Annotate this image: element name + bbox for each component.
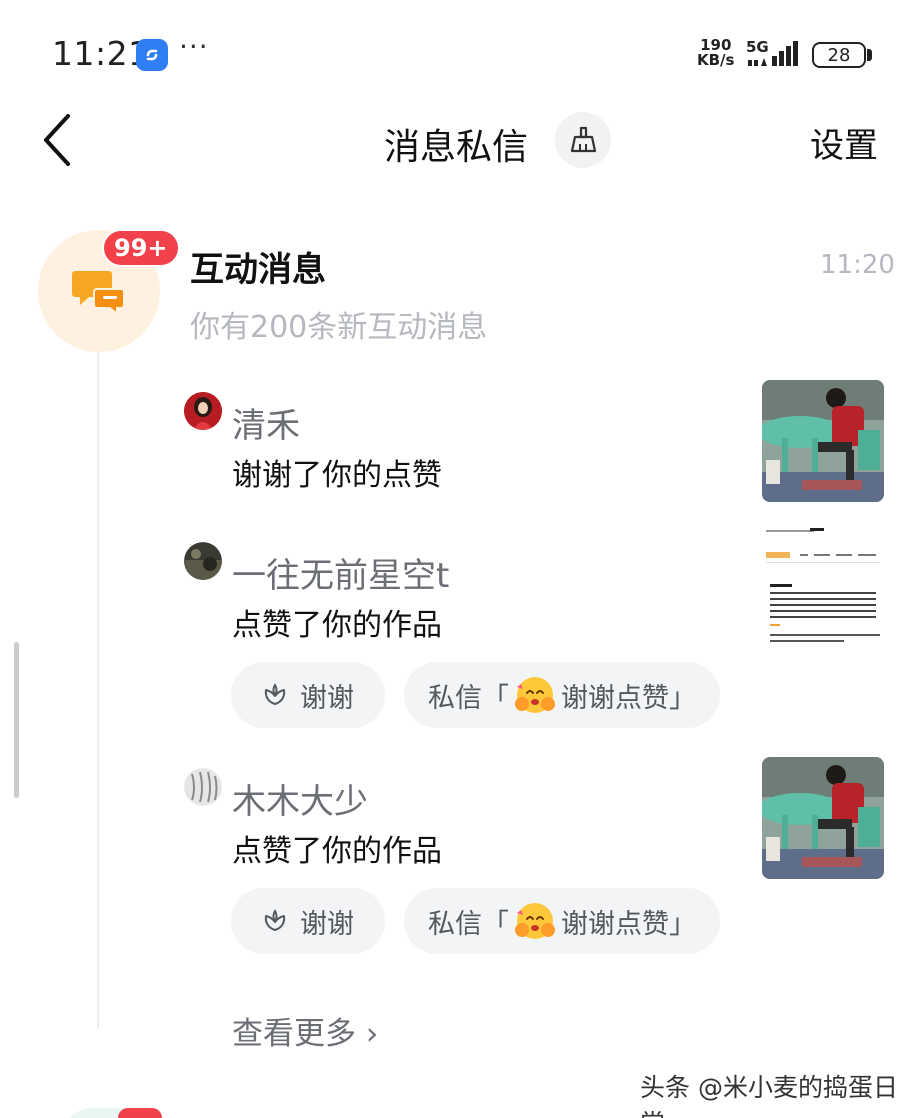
hug-emoji-icon bbox=[515, 677, 555, 713]
settings-button[interactable]: 设置 bbox=[810, 118, 878, 167]
lotus-icon bbox=[264, 909, 286, 931]
next-unread-badge bbox=[118, 1108, 162, 1118]
user-name[interactable]: 一往无前星空t bbox=[232, 548, 449, 597]
group-subtitle: 你有200条新互动消息 bbox=[190, 310, 488, 345]
user-name[interactable]: 清禾 bbox=[232, 398, 300, 447]
status-more-icon: ··· bbox=[179, 30, 209, 63]
avatar[interactable] bbox=[184, 392, 222, 430]
signal-icon bbox=[748, 41, 798, 66]
status-time: 11:21 bbox=[52, 34, 150, 73]
unread-badge: 99+ bbox=[102, 229, 180, 267]
thanks-button[interactable]: 谢谢 bbox=[231, 888, 385, 954]
thanks-button[interactable]: 谢谢 bbox=[231, 662, 385, 728]
group-title[interactable]: 互动消息 bbox=[190, 242, 326, 291]
group-time: 11:20 bbox=[820, 250, 895, 280]
avatar[interactable] bbox=[184, 768, 222, 806]
post-thumbnail[interactable] bbox=[762, 380, 884, 502]
clean-button[interactable] bbox=[555, 112, 611, 168]
watermark: 头条 @米小麦的捣蛋日常 bbox=[640, 1073, 898, 1118]
hug-emoji-icon bbox=[515, 903, 555, 939]
chat-bubbles-icon bbox=[72, 271, 125, 315]
post-thumbnail[interactable] bbox=[762, 757, 884, 879]
avatar[interactable] bbox=[184, 542, 222, 580]
timeline-line bbox=[97, 352, 99, 1028]
action-text: 点赞了你的作品 bbox=[232, 834, 442, 869]
scrollbar[interactable] bbox=[14, 642, 19, 798]
view-more-link[interactable]: 查看更多 › bbox=[232, 1008, 378, 1053]
page-title: 消息私信 bbox=[384, 127, 529, 168]
chevron-left-icon[interactable] bbox=[38, 110, 78, 170]
action-text: 点赞了你的作品 bbox=[232, 608, 442, 643]
lotus-icon bbox=[264, 683, 286, 705]
user-name[interactable]: 木木大少 bbox=[232, 774, 368, 823]
post-thumbnail[interactable] bbox=[762, 528, 884, 650]
dm-quick-reply-button[interactable]: 私信「 谢谢点赞」 bbox=[404, 888, 720, 954]
battery-icon: 28 bbox=[812, 42, 866, 68]
battery-tip bbox=[867, 49, 872, 61]
dm-quick-reply-button[interactable]: 私信「 谢谢点赞」 bbox=[404, 662, 720, 728]
net-speed: 190 KB/s bbox=[697, 36, 735, 69]
action-text: 谢谢了你的点赞 bbox=[232, 458, 442, 493]
link-app-icon bbox=[136, 39, 168, 71]
broom-icon bbox=[570, 126, 597, 153]
